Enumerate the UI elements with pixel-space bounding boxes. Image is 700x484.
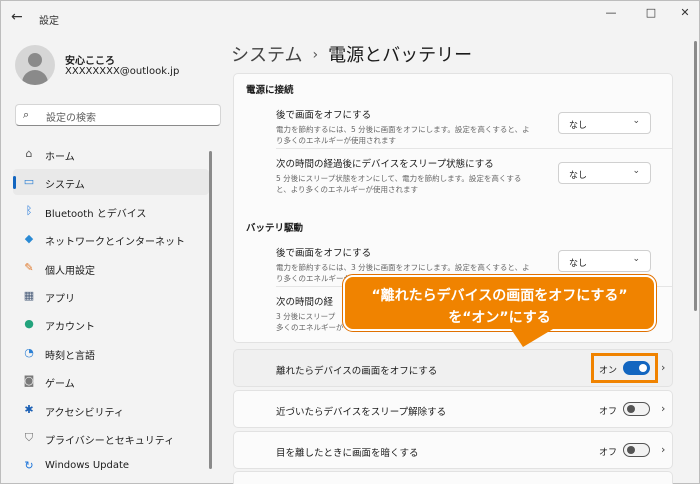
sidebar-item-accessibility[interactable]: ✱ アクセシビリティ <box>13 397 209 423</box>
wake-on-approach-card[interactable]: 近づいたらデバイスをスリープ解除する オフ › <box>233 390 673 428</box>
dropdown-value: なし <box>569 121 588 131</box>
title-bar: ← 設定 — □ ✕ <box>1 1 699 35</box>
home-icon: ⌂ <box>25 147 33 160</box>
sidebar-item-system[interactable]: ▭ システム <box>13 169 209 195</box>
bluetooth-icon: ᛒ <box>25 204 33 217</box>
chevron-down-icon: ⌄ <box>632 254 640 264</box>
dim-when-looking-away-card[interactable]: 目を離したときに画面を暗くする オフ › <box>233 431 673 469</box>
dim-when-looking-away-toggle[interactable] <box>623 443 650 457</box>
close-button[interactable]: ✕ <box>673 6 697 22</box>
minimize-button[interactable]: — <box>599 6 623 22</box>
setting-label: 近づいたらデバイスをスリープ解除する <box>276 407 447 418</box>
sidebar-item-apps[interactable]: ▦ アプリ <box>13 283 209 309</box>
avatar[interactable] <box>15 45 55 85</box>
next-setting-card[interactable] <box>233 471 673 484</box>
callout-pointer <box>511 329 553 347</box>
chevron-right-icon[interactable]: › <box>661 361 665 374</box>
sidebar-item-gamepad[interactable]: ◙ ゲーム <box>13 368 209 394</box>
chevron-down-icon: ⌄ <box>632 166 640 176</box>
app-title: 設定 <box>39 16 59 27</box>
breadcrumb-parent[interactable]: システム <box>231 45 302 66</box>
sidebar-item-label: アクセシビリティ <box>45 408 124 419</box>
accessibility-icon: ✱ <box>24 403 34 416</box>
toggle-state-label: オフ <box>599 407 618 417</box>
clock-icon: ◔ <box>24 346 34 359</box>
breadcrumb-separator: › <box>312 47 319 63</box>
divider <box>276 148 672 149</box>
sidebar-item-label: Bluetooth とデバイス <box>45 209 147 220</box>
sidebar-item-clock[interactable]: ◔ 時刻と言語 <box>13 340 209 366</box>
sidebar-item-wifi[interactable]: ◆ ネットワークとインターネット <box>13 226 209 252</box>
main-scrollbar[interactable] <box>694 41 697 311</box>
setting-description: 5 分後にスリープ状態をオンにして、電力を節約します。設定を高くすると、より多く… <box>276 174 522 194</box>
dropdown-value: なし <box>569 171 588 181</box>
sidebar-item-label: アプリ <box>45 294 75 305</box>
setting-description: 電力を節約するには、5 分後に画面をオフにします。設定を高くすると、より多くのエ… <box>276 125 530 145</box>
gamepad-icon: ◙ <box>23 374 35 387</box>
setting-label: 離れたらデバイスの画面をオフにする <box>276 366 438 377</box>
shield-icon: ⛉ <box>24 431 34 444</box>
maximize-button[interactable]: □ <box>639 6 663 22</box>
battery-screen-off-dropdown[interactable]: なし ⌄ <box>558 250 651 272</box>
section-plugged-in-title: 電源に接続 <box>246 85 294 96</box>
brush-icon: ✎ <box>24 261 34 274</box>
search-icon: ⌕ <box>23 108 30 121</box>
sidebar-item-label: アカウント <box>45 322 95 333</box>
sidebar-item-brush[interactable]: ✎ 個人用設定 <box>13 255 209 281</box>
search-placeholder: 設定の検索 <box>46 113 96 124</box>
wake-on-approach-toggle[interactable] <box>623 402 650 416</box>
sidebar-item-label: ネットワークとインターネット <box>45 237 185 248</box>
section-battery-title: バッテリ駆動 <box>246 223 304 234</box>
sidebar-item-label: ゲーム <box>45 379 75 390</box>
system-icon: ▭ <box>23 175 35 188</box>
page-title: 電源とバッテリー <box>328 45 473 66</box>
chevron-right-icon[interactable]: › <box>661 443 665 456</box>
dropdown-value: なし <box>569 259 588 269</box>
sidebar-item-home[interactable]: ⌂ ホーム <box>13 141 209 167</box>
instruction-callout: “離れたらデバイスの画面をオフにする” を“オン”にする <box>342 274 657 332</box>
chevron-right-icon[interactable]: › <box>661 402 665 415</box>
sidebar-scrollbar[interactable] <box>209 151 212 469</box>
sidebar-item-label: 個人用設定 <box>45 266 95 277</box>
sidebar-item-account[interactable]: ● アカウント <box>13 311 209 337</box>
sidebar-item-label: ホーム <box>45 152 75 163</box>
sidebar-item-shield[interactable]: ⛉ プライバシーとセキュリティ <box>13 425 209 451</box>
avatar-body-icon <box>22 70 48 85</box>
sidebar-item-bluetooth[interactable]: ᛒ Bluetooth とデバイス <box>13 198 209 224</box>
active-indicator <box>13 176 16 189</box>
sidebar-item-label: 時刻と言語 <box>45 351 95 362</box>
plugged-sleep-dropdown[interactable]: なし ⌄ <box>558 162 651 184</box>
update-icon: ↻ <box>24 459 34 472</box>
toggle-state-label: オフ <box>599 448 618 458</box>
setting-label: 目を離したときに画面を暗くする <box>276 448 419 459</box>
chevron-down-icon: ⌄ <box>632 116 640 126</box>
avatar-head-icon <box>28 53 42 67</box>
settings-window: ← 設定 — □ ✕ 安心こころ XXXXXXXX@outlook.jp ⌕ 設… <box>0 0 700 484</box>
highlight-box <box>591 353 658 383</box>
plugged-screen-off-dropdown[interactable]: なし ⌄ <box>558 112 651 134</box>
callout-line-1: “離れたらデバイスの画面をオフにする” <box>371 288 628 304</box>
sidebar-item-label: Windows Update <box>45 460 130 471</box>
toggle-knob <box>627 446 635 454</box>
breadcrumb: システム › 電源とバッテリー <box>231 41 472 67</box>
wifi-icon: ◆ <box>24 232 34 245</box>
sidebar-item-label: システム <box>45 180 85 191</box>
apps-icon: ▦ <box>23 289 35 302</box>
callout-line-2: を“オン”にする <box>448 310 551 326</box>
sidebar-item-update[interactable]: ↻ Windows Update <box>13 453 209 479</box>
user-name: 安心こころ <box>65 56 115 67</box>
account-icon: ● <box>24 317 34 330</box>
toggle-knob <box>627 405 635 413</box>
back-arrow-icon[interactable]: ← <box>11 9 23 25</box>
sidebar-item-label: プライバシーとセキュリティ <box>45 436 175 447</box>
search-input[interactable]: ⌕ 設定の検索 <box>15 104 221 126</box>
user-email: XXXXXXXX@outlook.jp <box>65 66 180 77</box>
